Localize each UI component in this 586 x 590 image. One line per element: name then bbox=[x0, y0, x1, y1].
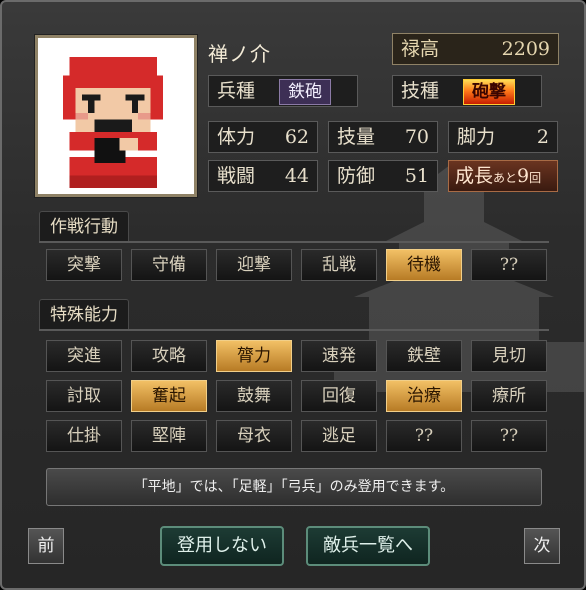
ability-button[interactable]: 鉄壁 bbox=[386, 340, 462, 372]
ability-button[interactable]: 治療 bbox=[386, 380, 462, 412]
ability-button[interactable]: 攻略 bbox=[131, 340, 207, 372]
ability-button[interactable]: 奮起 bbox=[131, 380, 207, 412]
info-message: 「平地」では、「足軽」「弓兵」のみ登用できます。 bbox=[46, 468, 542, 506]
ability-button[interactable]: 膂力 bbox=[216, 340, 292, 372]
stat-hp: 体力 62 bbox=[208, 121, 318, 153]
ability-button[interactable]: ?? bbox=[386, 420, 462, 452]
stat-battle-label: 戦闘 bbox=[217, 165, 256, 187]
tactic-button[interactable]: ?? bbox=[471, 249, 547, 281]
pixel-ninja-icon bbox=[38, 38, 188, 188]
ability-button[interactable]: ?? bbox=[471, 420, 547, 452]
stat-skill: 技量 70 bbox=[328, 121, 438, 153]
ability-button[interactable]: 仕掛 bbox=[46, 420, 122, 452]
next-button[interactable]: 次 bbox=[524, 528, 560, 564]
ability-button[interactable]: 鼓舞 bbox=[216, 380, 292, 412]
dont-hire-button[interactable]: 登用しない bbox=[160, 526, 284, 566]
tactic-button[interactable]: 待機 bbox=[386, 249, 462, 281]
tactics-header: 作戦行動 bbox=[39, 211, 129, 242]
tactic-button[interactable]: 迎撃 bbox=[216, 249, 292, 281]
stat-skill-value: 70 bbox=[404, 126, 429, 148]
abilities-header: 特殊能力 bbox=[39, 299, 129, 330]
prev-button[interactable]: 前 bbox=[28, 528, 64, 564]
rokudaka-value: 2209 bbox=[501, 38, 550, 60]
tactic-button[interactable]: 乱戦 bbox=[301, 249, 377, 281]
ability-button[interactable]: 療所 bbox=[471, 380, 547, 412]
tactic-button[interactable]: 突撃 bbox=[46, 249, 122, 281]
character-name: 禅ノ介 bbox=[208, 42, 271, 66]
rokudaka-label: 禄高 bbox=[401, 38, 440, 60]
stat-legs-label: 脚力 bbox=[457, 126, 496, 148]
ability-button[interactable]: 母衣 bbox=[216, 420, 292, 452]
status-window: 禅ノ介 禄高 2209 兵種 鉄砲 技種 砲撃 体力 62 技量 70 脚力 2… bbox=[0, 0, 586, 590]
ability-button[interactable]: 討取 bbox=[46, 380, 122, 412]
stat-battle: 戦闘 44 bbox=[208, 160, 318, 192]
stat-growth-text: 成長あと9回 bbox=[455, 161, 541, 193]
stat-growth: 成長あと9回 bbox=[448, 160, 558, 192]
stat-hp-label: 体力 bbox=[217, 126, 256, 148]
stat-growth-label: 成長 bbox=[455, 165, 494, 187]
ability-button[interactable]: 逃足 bbox=[301, 420, 377, 452]
stat-growth-mid: あと bbox=[493, 171, 518, 185]
stat-skill-label: 技量 bbox=[337, 126, 376, 148]
skill-type-field: 技種 砲撃 bbox=[392, 75, 542, 107]
enemy-list-button[interactable]: 敵兵一覧へ bbox=[306, 526, 430, 566]
unit-type-badge: 鉄砲 bbox=[279, 79, 331, 105]
character-portrait bbox=[35, 35, 197, 197]
stat-defense-label: 防御 bbox=[337, 165, 376, 187]
unit-type-field: 兵種 鉄砲 bbox=[208, 75, 358, 107]
stat-battle-value: 44 bbox=[284, 165, 309, 187]
rokudaka-field: 禄高 2209 bbox=[392, 33, 559, 65]
ability-button[interactable]: 突進 bbox=[46, 340, 122, 372]
stat-defense-value: 51 bbox=[404, 165, 429, 187]
ability-button[interactable]: 堅陣 bbox=[131, 420, 207, 452]
abilities-divider bbox=[39, 329, 549, 331]
unit-type-label: 兵種 bbox=[217, 80, 256, 102]
stat-legs: 脚力 2 bbox=[448, 121, 558, 153]
stat-growth-value: 9 bbox=[517, 165, 530, 187]
ability-button[interactable]: 回復 bbox=[301, 380, 377, 412]
ability-button[interactable]: 速発 bbox=[301, 340, 377, 372]
skill-type-label: 技種 bbox=[401, 80, 440, 102]
ability-button[interactable]: 見切 bbox=[471, 340, 547, 372]
skill-type-badge: 砲撃 bbox=[463, 79, 515, 105]
stat-defense: 防御 51 bbox=[328, 160, 438, 192]
tactics-divider bbox=[39, 241, 549, 243]
tactic-button[interactable]: 守備 bbox=[131, 249, 207, 281]
stat-growth-unit: 回 bbox=[529, 171, 542, 185]
stat-legs-value: 2 bbox=[536, 126, 549, 148]
stat-hp-value: 62 bbox=[284, 126, 309, 148]
